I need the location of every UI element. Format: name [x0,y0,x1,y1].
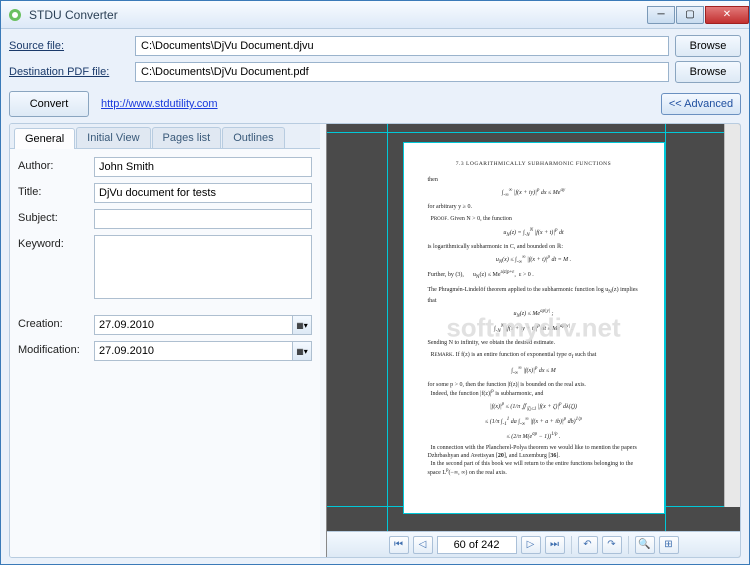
modification-label: Modification: [18,341,94,356]
preview-viewport[interactable]: 7.3 LOGARITHMICALLY SUBHARMONIC FUNCTION… [327,124,740,531]
modification-input[interactable] [94,341,292,361]
dest-row: Destination PDF file: Browse [9,61,741,83]
guide-top [327,132,740,133]
browse-source-button[interactable]: Browse [675,35,741,57]
rotate-right-icon: ↷ [607,539,615,550]
tabs: General Initial View Pages list Outlines [10,124,320,149]
tab-content-general: Author: Title: Subject: Keyword: [10,149,320,557]
creation-label: Creation: [18,315,94,330]
keyword-row: Keyword: [18,235,312,299]
tab-outlines[interactable]: Outlines [222,127,284,148]
action-row: Convert http://www.stdutility.com << Adv… [9,91,741,117]
left-panel: General Initial View Pages list Outlines… [10,124,320,557]
calendar-icon: ▦▾ [296,321,308,330]
window-buttons: ─ ▢ ✕ [646,6,749,24]
source-label: Source file: [9,40,129,52]
titlebar: STDU Converter ─ ▢ ✕ [1,1,749,29]
doc-header: 7.3 LOGARITHMICALLY SUBHARMONIC FUNCTION… [428,161,640,168]
scrollbar-vertical[interactable] [724,124,740,507]
subject-label: Subject: [18,209,94,224]
fit-button[interactable]: ⊞ [659,536,679,554]
tab-general[interactable]: General [14,128,75,149]
dest-label: Destination PDF file: [9,66,129,78]
close-button[interactable]: ✕ [705,6,749,24]
zoom-button[interactable]: 🔍 [635,536,655,554]
rotate-left-icon: ↶ [583,539,591,550]
first-icon: ⏮ [394,539,403,550]
main-area: General Initial View Pages list Outlines… [9,123,741,558]
modification-row: Modification: ▦▾ [18,341,312,361]
creation-dropdown-button[interactable]: ▦▾ [292,315,312,335]
author-row: Author: [18,157,312,177]
zoom-icon: 🔍 [638,539,650,550]
creation-input[interactable] [94,315,292,335]
app-window: STDU Converter ─ ▢ ✕ Source file: Browse… [0,0,750,565]
page-indicator[interactable]: 60 of 242 [437,536,517,554]
tab-initial-view[interactable]: Initial View [76,127,150,148]
convert-button[interactable]: Convert [9,91,89,117]
prev-icon: ◁ [419,539,427,550]
calendar-icon: ▦▾ [296,347,308,356]
modification-dropdown-button[interactable]: ▦▾ [292,341,312,361]
keyword-input[interactable] [94,235,312,299]
next-icon: ▷ [527,539,535,550]
page-frame: 7.3 LOGARITHMICALLY SUBHARMONIC FUNCTION… [403,142,665,514]
browse-dest-button[interactable]: Browse [675,61,741,83]
source-input[interactable] [135,36,669,56]
last-icon: ⏭ [550,539,559,550]
preview-panel: 7.3 LOGARITHMICALLY SUBHARMONIC FUNCTION… [326,124,740,557]
fit-icon: ⊞ [664,539,672,550]
window-title: STDU Converter [29,8,646,22]
modification-date-picker: ▦▾ [94,341,312,361]
content-area: Source file: Browse Destination PDF file… [1,29,749,564]
website-link[interactable]: http://www.stdutility.com [101,98,218,110]
dest-input[interactable] [135,62,669,82]
subject-row: Subject: [18,209,312,229]
subject-input[interactable] [94,209,312,229]
app-icon [7,7,23,23]
source-row: Source file: Browse [9,35,741,57]
title-input[interactable] [94,183,312,203]
author-label: Author: [18,157,94,172]
minimize-button[interactable]: ─ [647,6,675,24]
guide-left [387,124,388,531]
nav-bar: ⏮ ◁ 60 of 242 ▷ ⏭ ↶ ↷ 🔍 ⊞ [327,531,740,557]
creation-date-picker: ▦▾ [94,315,312,335]
creation-row: Creation: ▦▾ [18,315,312,335]
prev-page-button[interactable]: ◁ [413,536,433,554]
advanced-button[interactable]: << Advanced [661,93,741,115]
first-page-button[interactable]: ⏮ [389,536,409,554]
next-page-button[interactable]: ▷ [521,536,541,554]
maximize-button[interactable]: ▢ [676,6,704,24]
author-input[interactable] [94,157,312,177]
title-label: Title: [18,183,94,198]
guide-right [665,124,666,531]
keyword-label: Keyword: [18,235,94,250]
rotate-left-button[interactable]: ↶ [578,536,598,554]
rotate-right-button[interactable]: ↷ [602,536,622,554]
document-page: 7.3 LOGARITHMICALLY SUBHARMONIC FUNCTION… [404,143,664,513]
last-page-button[interactable]: ⏭ [545,536,565,554]
title-row: Title: [18,183,312,203]
tab-pages-list[interactable]: Pages list [152,127,222,148]
file-rows: Source file: Browse Destination PDF file… [9,35,741,87]
